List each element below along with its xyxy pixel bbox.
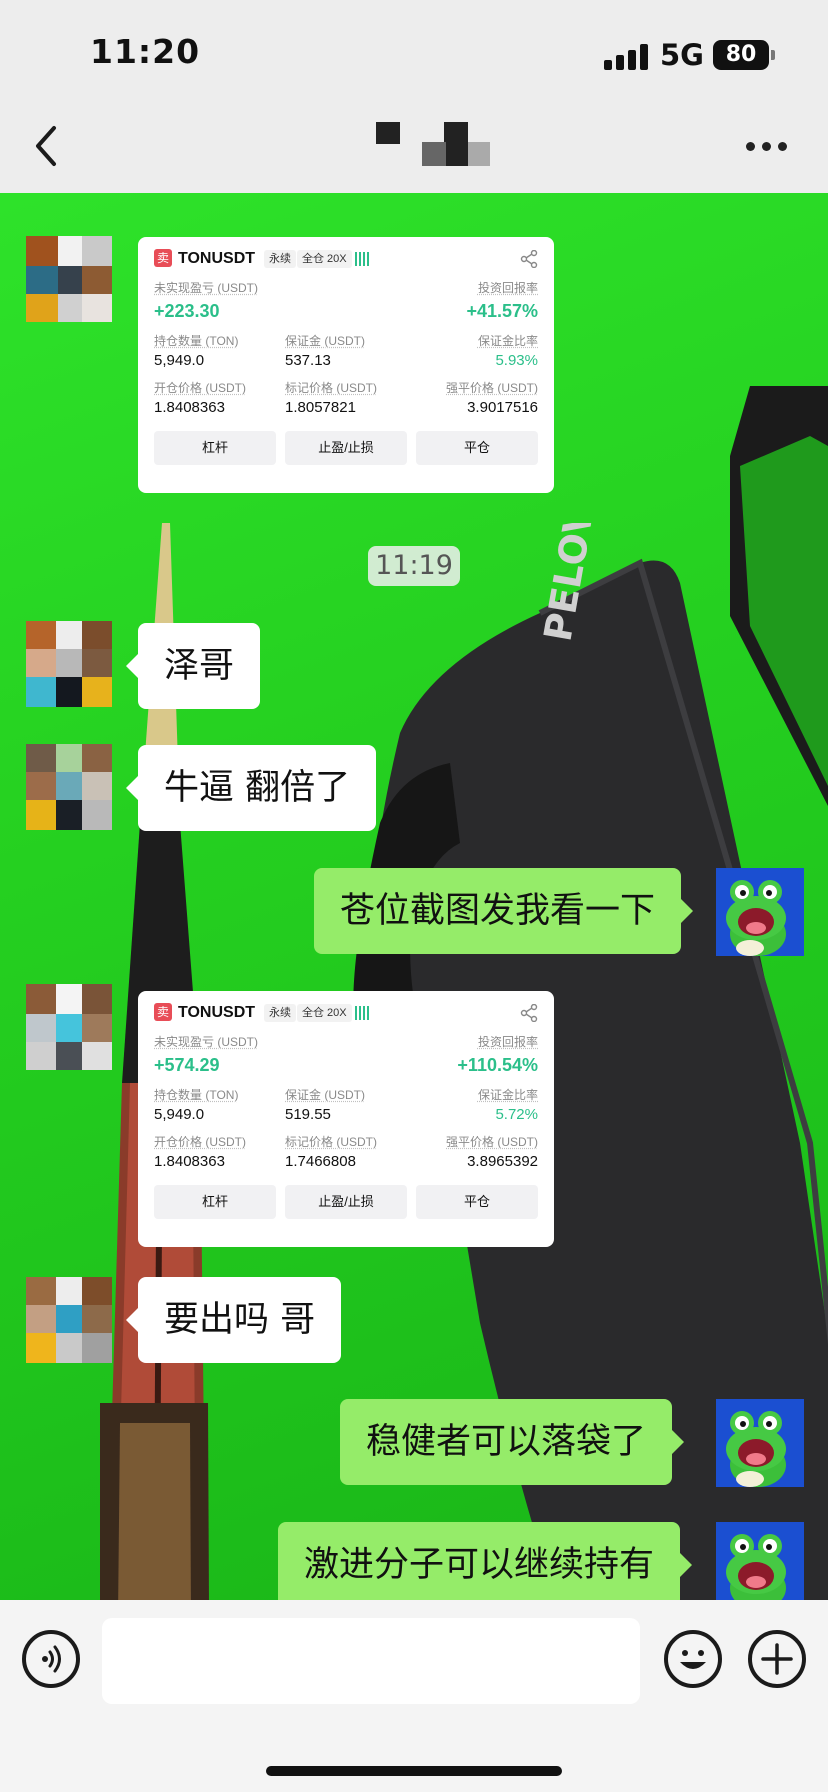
margin-ratio-value: 5.72% xyxy=(495,1106,538,1123)
frog-avatar[interactable] xyxy=(716,868,804,956)
margin-ratio-value: 5.93% xyxy=(495,352,538,369)
liq-price-value: 3.8965392 xyxy=(467,1153,538,1170)
voice-icon[interactable] xyxy=(22,1630,80,1688)
size-value: 5,949.0 xyxy=(154,1106,205,1123)
size-label: 持仓数量 (TON) xyxy=(154,334,239,348)
message-timestamp: 11:19 xyxy=(368,546,460,586)
input-bar xyxy=(0,1600,828,1792)
margin-mode: 全仓 20X xyxy=(297,250,352,268)
liq-price-label: 强平价格 (USDT) xyxy=(446,381,538,395)
symbol: TONUSDT xyxy=(178,1004,256,1021)
liq-price-value: 3.9017516 xyxy=(467,399,538,416)
sell-tag: 卖 xyxy=(154,249,172,267)
network-type: 5G xyxy=(660,38,704,72)
message-bubble-incoming[interactable]: 要出吗 哥 xyxy=(125,1277,342,1363)
mark-price-label: 标记价格 (USDT) xyxy=(285,1135,377,1149)
share-icon[interactable] xyxy=(520,1004,538,1022)
tp-sl-button[interactable]: 止盈/止损 xyxy=(285,1185,407,1219)
roi-label: 投资回报率 xyxy=(477,1035,538,1049)
leverage-button[interactable]: 杠杆 xyxy=(154,431,276,465)
contact-avatar[interactable] xyxy=(26,984,112,1070)
roi-value: +110.54% xyxy=(457,1055,538,1075)
plus-icon[interactable] xyxy=(748,1630,806,1688)
entry-price-label: 开仓价格 (USDT) xyxy=(154,1135,246,1149)
tp-sl-button[interactable]: 止盈/止损 xyxy=(285,431,407,465)
mark-price-label: 标记价格 (USDT) xyxy=(285,381,377,395)
battery-level: 80 xyxy=(713,40,775,70)
message-bubble-incoming[interactable]: 牛逼 翻倍了 xyxy=(125,745,377,831)
margin-label: 保证金 (USDT) xyxy=(285,1088,365,1102)
liq-price-label: 强平价格 (USDT) xyxy=(446,1135,538,1149)
contact-avatar[interactable] xyxy=(26,621,112,707)
margin-mode: 全仓 20X xyxy=(297,1004,352,1022)
bars-icon xyxy=(355,252,369,266)
close-position-button[interactable]: 平仓 xyxy=(416,1185,538,1219)
message-bubble-outgoing[interactable]: 稳健者可以落袋了 xyxy=(340,1399,685,1485)
pnl-value: +223.30 xyxy=(154,301,220,321)
leverage-button[interactable]: 杠杆 xyxy=(154,1185,276,1219)
pnl-label: 未实现盈亏 (USDT) xyxy=(154,281,258,295)
sell-tag: 卖 xyxy=(154,1003,172,1021)
roi-value: +41.57% xyxy=(466,301,538,321)
status-time: 11:20 xyxy=(90,32,201,71)
entry-price-value: 1.8408363 xyxy=(154,1153,225,1170)
signal-icon xyxy=(604,44,648,70)
pnl-label: 未实现盈亏 (USDT) xyxy=(154,1035,258,1049)
contact-avatar[interactable] xyxy=(26,744,112,830)
back-arrow-icon[interactable] xyxy=(30,122,66,172)
margin-value: 537.13 xyxy=(285,352,331,369)
size-label: 持仓数量 (TON) xyxy=(154,1088,239,1102)
entry-price-value: 1.8408363 xyxy=(154,399,225,416)
contact-avatar[interactable] xyxy=(26,236,112,322)
roi-label: 投资回报率 xyxy=(477,281,538,295)
position-card[interactable]: 卖 TONUSDT 永续 全仓 20X 未实现盈亏 (USDT) +574.29… xyxy=(138,991,554,1247)
chat-title-redacted xyxy=(376,118,496,168)
emoji-icon[interactable] xyxy=(664,1630,722,1688)
mark-price-value: 1.8057821 xyxy=(285,399,356,416)
contact-avatar[interactable] xyxy=(26,1277,112,1363)
margin-value: 519.55 xyxy=(285,1106,331,1123)
margin-ratio-label: 保证金比率 xyxy=(477,334,538,348)
symbol: TONUSDT xyxy=(178,250,256,267)
frog-avatar[interactable] xyxy=(716,1399,804,1487)
pnl-value: +574.29 xyxy=(154,1055,220,1075)
more-dots-icon[interactable] xyxy=(746,142,788,152)
message-bubble-outgoing[interactable]: 激进分子可以继续持有 xyxy=(278,1522,693,1608)
margin-ratio-label: 保证金比率 xyxy=(477,1088,538,1102)
message-bubble-outgoing[interactable]: 苍位截图发我看一下 xyxy=(314,868,694,954)
share-icon[interactable] xyxy=(520,250,538,268)
position-card[interactable]: 卖 TONUSDT 永续 全仓 20X 未实现盈亏 (USDT) +223.30… xyxy=(138,237,554,493)
bars-icon xyxy=(355,1006,369,1020)
size-value: 5,949.0 xyxy=(154,352,205,369)
frog-avatar[interactable] xyxy=(716,1522,804,1600)
contract-type: 永续 xyxy=(264,1004,296,1022)
close-position-button[interactable]: 平仓 xyxy=(416,431,538,465)
home-indicator[interactable] xyxy=(266,1766,562,1776)
margin-label: 保证金 (USDT) xyxy=(285,334,365,348)
mark-price-value: 1.7466808 xyxy=(285,1153,356,1170)
message-bubble-incoming[interactable]: 泽哥 xyxy=(125,623,261,709)
top-bar: 11:20 5G 80 xyxy=(0,0,828,193)
contract-type: 永续 xyxy=(264,250,296,268)
message-input[interactable] xyxy=(102,1618,640,1704)
entry-price-label: 开仓价格 (USDT) xyxy=(154,381,246,395)
